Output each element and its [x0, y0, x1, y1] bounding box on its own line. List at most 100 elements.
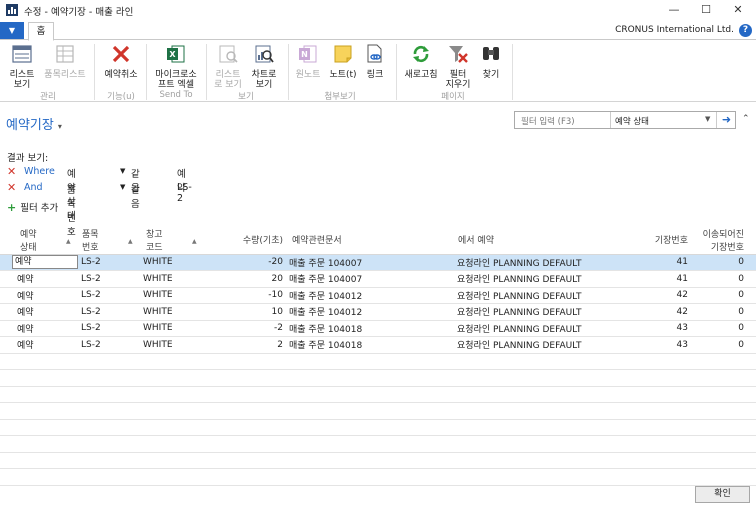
- cell-quantity[interactable]: 2: [212, 336, 286, 354]
- cell-transferred[interactable]: 0: [691, 254, 756, 271]
- list-report-button[interactable]: 리스트 로 보기: [210, 43, 246, 90]
- cell-transferred[interactable]: 0: [691, 320, 756, 337]
- table-row[interactable]: 예약 LS-2 WHITE -10 매출 주문 104012 요청라인 PLAN…: [0, 287, 756, 304]
- minimize-button[interactable]: —: [662, 2, 686, 18]
- cell-reserved-for[interactable]: 매출 주문 104007: [286, 270, 454, 288]
- tab-home[interactable]: 홈: [28, 22, 54, 41]
- cell-quantity[interactable]: 10: [212, 303, 286, 321]
- column-header-item-no[interactable]: 품목 번호 ▲: [78, 226, 140, 255]
- cell-reserved-for[interactable]: 매출 주문 104012: [286, 287, 454, 304]
- cell-entry-no[interactable]: 42: [616, 303, 691, 321]
- filter-input[interactable]: 필터 입력 (F3): [521, 115, 575, 127]
- cell-reserved-for[interactable]: 매출 주문 104018: [286, 336, 454, 354]
- column-header-entry-no[interactable]: 기장번호: [616, 226, 691, 255]
- cell-status[interactable]: 예약: [0, 336, 78, 354]
- column-header-reserved-from[interactable]: 에서 예약: [454, 226, 616, 255]
- note-button[interactable]: 노트(t): [326, 43, 360, 80]
- clear-filter-button[interactable]: 필터 지우기: [443, 43, 473, 90]
- column-header-status[interactable]: 예약 상태 ▲: [0, 226, 78, 255]
- cell-entry-no[interactable]: 42: [616, 287, 691, 304]
- cell-item-no[interactable]: LS-2: [78, 287, 140, 304]
- cell-reserved-for[interactable]: 매출 주문 104018: [286, 320, 454, 337]
- filter-field-select[interactable]: 예약 상태: [615, 115, 649, 127]
- find-button[interactable]: 찾기: [476, 43, 506, 80]
- table-row[interactable]: 예약 LS-2 WHITE 2 매출 주문 104018 요청라인 PLANNI…: [0, 336, 756, 354]
- cell-status[interactable]: 예약: [0, 254, 78, 271]
- sort-arrow-icon[interactable]: ▲: [128, 238, 133, 245]
- cell-entry-no[interactable]: 43: [616, 320, 691, 337]
- cell-location[interactable]: WHITE: [140, 336, 212, 354]
- list-view-button[interactable]: 리스트 보기: [4, 43, 40, 90]
- maximize-button[interactable]: ☐: [694, 2, 718, 18]
- cell-item-no[interactable]: LS-2: [78, 270, 140, 288]
- cell-location[interactable]: WHITE: [140, 287, 212, 304]
- sort-arrow-icon[interactable]: ▲: [192, 238, 197, 245]
- cell-reserved-from[interactable]: 요청라인 PLANNING DEFAULT: [454, 320, 616, 337]
- onenote-button[interactable]: N 원노트: [290, 43, 326, 80]
- cell-item-no[interactable]: LS-2: [78, 303, 140, 321]
- cell-entry-no[interactable]: 43: [616, 336, 691, 354]
- arrow-right-icon[interactable]: ➜: [716, 112, 736, 128]
- cell-status[interactable]: 예약: [0, 320, 78, 337]
- page-title[interactable]: 예약기장 ▾: [6, 114, 62, 133]
- table-row[interactable]: 예약 LS-2 WHITE 10 매출 주문 104012 요청라인 PLANN…: [0, 303, 756, 321]
- column-header-location-code[interactable]: 창고 코드 ▲: [140, 226, 212, 255]
- cell-item-no[interactable]: LS-2: [78, 320, 140, 337]
- cell-transferred[interactable]: 0: [691, 270, 756, 288]
- cell-location[interactable]: WHITE: [140, 303, 212, 321]
- cell-status[interactable]: 예약: [0, 287, 78, 304]
- table-row[interactable]: 예약 LS-2 WHITE -20 매출 주문 104007 요청라인 PLAN…: [0, 254, 756, 271]
- chart-view-button[interactable]: 차트로 보기: [246, 43, 282, 90]
- help-icon[interactable]: ?: [739, 24, 752, 37]
- add-filter-button[interactable]: + 필터 추가: [7, 200, 58, 214]
- item-list-button[interactable]: 품목리스트: [40, 43, 90, 80]
- cell-reserved-from[interactable]: 요청라인 PLANNING DEFAULT: [454, 254, 616, 271]
- cell-transferred[interactable]: 0: [691, 303, 756, 321]
- chevron-down-icon[interactable]: ▼: [120, 183, 125, 191]
- filter-search-box[interactable]: 필터 입력 (F3) 예약 상태 ▼ ➜: [514, 111, 736, 129]
- cell-quantity[interactable]: 20: [212, 270, 286, 288]
- column-header-transferred-entry-no[interactable]: 이송되어진 기장번호: [691, 226, 756, 255]
- cell-transferred[interactable]: 0: [691, 336, 756, 354]
- ribbon-menu-button[interactable]: ▼: [0, 22, 24, 39]
- cancel-reservation-button[interactable]: 예약취소: [100, 43, 142, 80]
- filter-value[interactable]: LS-2: [177, 182, 192, 204]
- cell-reserved-from[interactable]: 요청라인 PLANNING DEFAULT: [454, 270, 616, 288]
- refresh-button[interactable]: 새로고침: [400, 43, 442, 80]
- excel-button[interactable]: X 마이크로소 프트 엑셀: [150, 43, 202, 90]
- column-header-reserved-for[interactable]: 예약관련문서: [286, 226, 454, 255]
- cell-status[interactable]: 예약: [0, 303, 78, 321]
- cell-reserved-from[interactable]: 요청라인 PLANNING DEFAULT: [454, 287, 616, 304]
- cell-location[interactable]: WHITE: [140, 254, 212, 271]
- company-name[interactable]: CRONUS International Ltd.: [615, 25, 734, 35]
- cell-entry-no[interactable]: 41: [616, 270, 691, 288]
- cell-item-no[interactable]: LS-2: [78, 254, 140, 271]
- collapse-chevron-icon[interactable]: ⌃: [742, 114, 750, 124]
- cell-quantity[interactable]: -10: [212, 287, 286, 304]
- remove-filter-icon[interactable]: ✕: [7, 181, 16, 194]
- remove-filter-icon[interactable]: ✕: [7, 165, 16, 178]
- chevron-down-icon[interactable]: ▼: [705, 115, 710, 123]
- table-row[interactable]: 예약 LS-2 WHITE -2 매출 주문 104018 요청라인 PLANN…: [0, 320, 756, 337]
- link-button[interactable]: 링크: [362, 43, 388, 80]
- cell-quantity[interactable]: -20: [212, 254, 286, 271]
- cell-reserved-from[interactable]: 요청라인 PLANNING DEFAULT: [454, 303, 616, 321]
- ok-button[interactable]: 확인: [695, 486, 750, 503]
- cell-reserved-for[interactable]: 매출 주문 104007: [286, 254, 454, 271]
- cell-reserved-for[interactable]: 매출 주문 104012: [286, 303, 454, 321]
- empty-row: [0, 419, 756, 436]
- cell-transferred[interactable]: 0: [691, 287, 756, 304]
- ribbon: 리스트 보기 품목리스트 관리 예약취소 기능(u) X 마이크로소 프트 엑셀…: [0, 40, 756, 102]
- close-window-button[interactable]: ✕: [726, 2, 750, 18]
- cell-quantity[interactable]: -2: [212, 320, 286, 337]
- cell-entry-no[interactable]: 41: [616, 254, 691, 271]
- column-header-quantity[interactable]: 수량(기초): [212, 226, 286, 255]
- cell-item-no[interactable]: LS-2: [78, 336, 140, 354]
- sort-arrow-icon[interactable]: ▲: [66, 238, 71, 245]
- cell-location[interactable]: WHITE: [140, 320, 212, 337]
- cell-status[interactable]: 예약: [0, 270, 78, 288]
- table-row[interactable]: 예약 LS-2 WHITE 20 매출 주문 104007 요청라인 PLANN…: [0, 270, 756, 288]
- chevron-down-icon[interactable]: ▼: [120, 167, 125, 175]
- cell-location[interactable]: WHITE: [140, 270, 212, 288]
- cell-reserved-from[interactable]: 요청라인 PLANNING DEFAULT: [454, 336, 616, 354]
